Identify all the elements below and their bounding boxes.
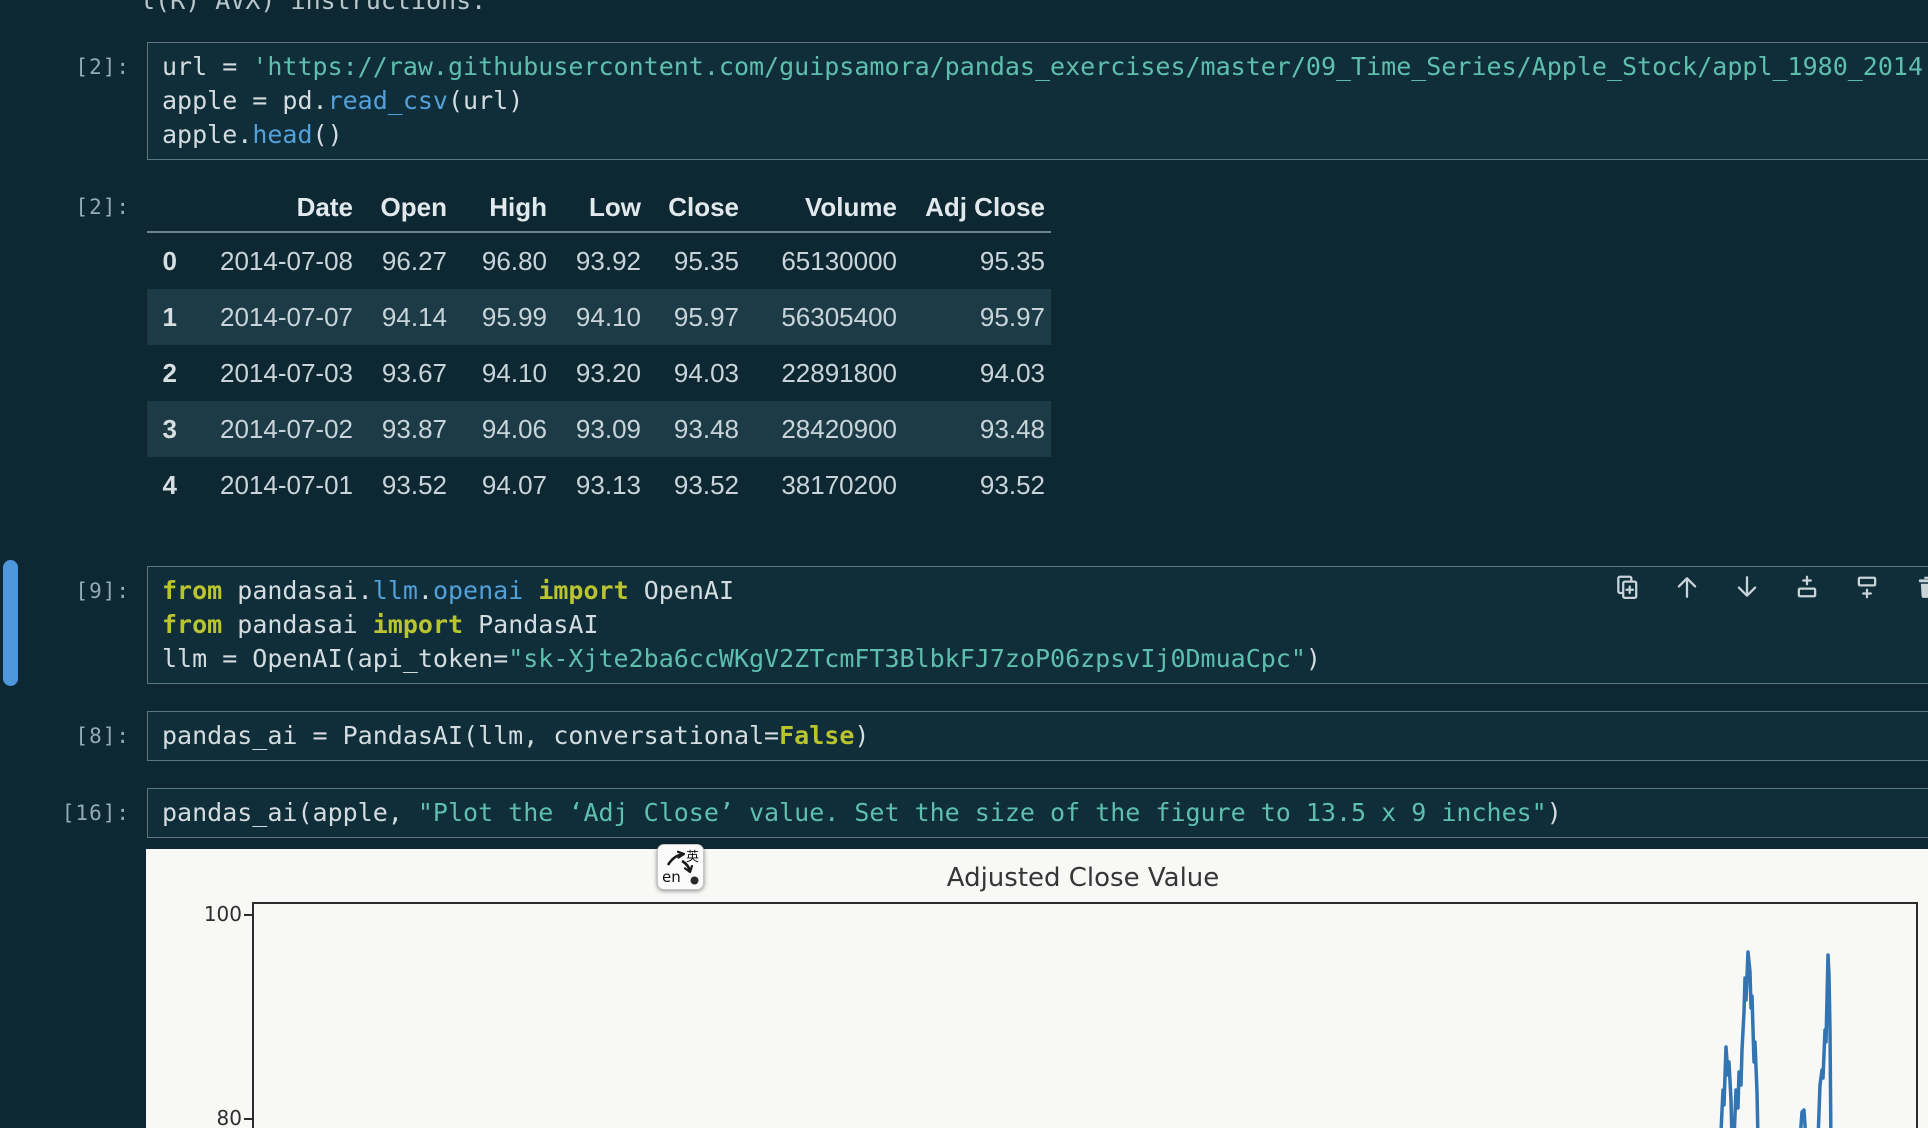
dataframe-output-table: Date Open High Low Close Volume Adj Close 0 201… xyxy=(147,183,1051,513)
row-index: 3 xyxy=(162,413,177,444)
code-line: url = 'https://raw.githubusercontent.com… xyxy=(162,52,1928,81)
table-cell: 93.52 xyxy=(381,469,447,500)
table-cell: 93.52 xyxy=(673,469,739,500)
code-editor[interactable]: pandas_ai = PandasAI(llm, conversational… xyxy=(147,711,1928,761)
insert-cell-above-button[interactable] xyxy=(1793,573,1821,601)
plot-output-image: Adjusted Close Value 100 80 xyxy=(146,849,1928,1128)
column-header: Low xyxy=(553,183,647,233)
table-cell: 94.06 xyxy=(481,413,547,444)
table-cell: 96.27 xyxy=(381,245,447,276)
table-cell: 93.48 xyxy=(673,413,739,444)
code-line: pandas_ai(apple, "Plot the ‘Adj Close’ v… xyxy=(162,798,1562,827)
code-cell-9: [9]: from pandasai.llm.openai import Ope… xyxy=(0,566,1928,684)
column-header: Adj Close xyxy=(903,183,1051,233)
table-row: 3 2014-07-02 93.87 94.06 93.09 93.48 28420900 9… xyxy=(147,401,1051,457)
code-cell-8: [8]: pandas_ai = PandasAI(llm, conversat… xyxy=(0,711,1928,761)
table-cell: 95.35 xyxy=(979,245,1045,276)
code-cell-2: [2]: url = 'https://raw.githubuserconten… xyxy=(0,42,1928,160)
table-row: 2 2014-07-03 93.67 94.10 93.20 94.03 22891800 9… xyxy=(147,345,1051,401)
input-prompt: [9]: xyxy=(75,579,130,603)
table-cell: 94.07 xyxy=(481,469,547,500)
stderr-tail-text: l(R) AVX) instructions. xyxy=(140,0,487,15)
table-cell: 93.20 xyxy=(575,357,641,388)
table-cell: 93.09 xyxy=(575,413,641,444)
table-header: Date Open High Low Close Volume Adj Close xyxy=(147,183,1051,233)
table-cell: 56305400 xyxy=(781,301,897,332)
table-cell: 94.14 xyxy=(381,301,447,332)
input-prompt: [16]: xyxy=(61,801,130,825)
code-cell-16: [16]: pandas_ai(apple, "Plot the ‘Adj Cl… xyxy=(0,788,1928,838)
table-cell: 93.92 xyxy=(575,245,641,276)
code-editor[interactable]: from pandasai.llm.openai import OpenAI f… xyxy=(147,566,1928,684)
input-prompt: [2]: xyxy=(75,55,130,79)
code-editor[interactable]: url = 'https://raw.githubusercontent.com… xyxy=(147,42,1928,160)
table-cell: 95.35 xyxy=(673,245,739,276)
code-line: apple = pd.read_csv(url) xyxy=(162,86,524,115)
table-cell: 95.97 xyxy=(673,301,739,332)
ime-primary-lang-label: en xyxy=(662,868,681,886)
table-cell: 93.52 xyxy=(979,469,1045,500)
column-header: Open xyxy=(359,183,453,233)
row-index: 4 xyxy=(162,469,177,500)
code-line: apple.head() xyxy=(162,120,343,149)
table-cell: 94.03 xyxy=(673,357,739,388)
table-cell: 96.80 xyxy=(481,245,547,276)
table-cell: 93.48 xyxy=(979,413,1045,444)
table-cell: 94.10 xyxy=(481,357,547,388)
input-prompt: [8]: xyxy=(75,724,130,748)
insert-cell-below-button[interactable] xyxy=(1853,573,1881,601)
line-series-adj-close xyxy=(1719,950,1833,1128)
table-cell: 2014-07-02 xyxy=(220,413,353,444)
table-cell: 28420900 xyxy=(781,413,897,444)
table-cell: 65130000 xyxy=(781,245,897,276)
insert-below-icon xyxy=(1857,576,1877,599)
table-cell: 93.13 xyxy=(575,469,641,500)
table-cell: 95.97 xyxy=(979,301,1045,332)
duplicate-cell-icon xyxy=(1617,575,1638,599)
arrow-up-icon xyxy=(1677,577,1697,598)
table-cell: 95.99 xyxy=(481,301,547,332)
column-header: Volume xyxy=(745,183,903,233)
column-header: High xyxy=(453,183,553,233)
code-line: llm = OpenAI(api_token="sk-Xjte2ba6ccWKg… xyxy=(162,644,1321,673)
table-cell: 38170200 xyxy=(781,469,897,500)
adj-close-line-plot xyxy=(1719,950,1833,1128)
move-cell-down-button[interactable] xyxy=(1733,573,1761,601)
column-header: Close xyxy=(647,183,745,233)
table-cell: 93.87 xyxy=(381,413,447,444)
row-index: 0 xyxy=(162,245,177,276)
table-cell: 22891800 xyxy=(781,357,897,388)
ime-language-switch-badge: 英 en xyxy=(657,844,704,890)
ime-secondary-lang-label: 英 xyxy=(685,850,699,865)
table-cell: 94.10 xyxy=(575,301,641,332)
jupyterlab-notebook-viewport: l(R) AVX) instructions. [2]: url = 'http… xyxy=(0,0,1928,1128)
column-header xyxy=(147,183,191,233)
table-row: 1 2014-07-07 94.14 95.99 94.10 95.97 56305400 9… xyxy=(147,289,1051,345)
output-prompt: [2]: xyxy=(75,195,130,219)
insert-above-icon xyxy=(1797,575,1817,598)
code-line: from pandasai import PandasAI xyxy=(162,610,599,639)
table-cell: 2014-07-07 xyxy=(220,301,353,332)
table-cell: 93.67 xyxy=(381,357,447,388)
move-cell-up-button[interactable] xyxy=(1673,573,1701,601)
table-cell: 2014-07-01 xyxy=(220,469,353,500)
trash-icon xyxy=(1918,576,1928,598)
code-editor[interactable]: pandas_ai(apple, "Plot the ‘Adj Close’ v… xyxy=(147,788,1928,838)
table-cell: 2014-07-03 xyxy=(220,357,353,388)
arrow-down-icon xyxy=(1737,576,1757,597)
code-line: pandas_ai = PandasAI(llm, conversational… xyxy=(162,721,870,750)
cell-hover-toolbar xyxy=(1613,573,1928,601)
delete-cell-button[interactable] xyxy=(1913,573,1928,601)
duplicate-cell-button[interactable] xyxy=(1613,573,1641,601)
table-row: 0 2014-07-08 96.27 96.80 93.92 95.35 65130000 9… xyxy=(147,232,1051,289)
row-index: 1 xyxy=(162,301,177,332)
table-cell: 2014-07-08 xyxy=(220,245,353,276)
row-index: 2 xyxy=(162,357,177,388)
table-cell: 94.03 xyxy=(979,357,1045,388)
table-row: 4 2014-07-01 93.52 94.07 93.13 93.52 38170200 9… xyxy=(147,457,1051,513)
column-header: Date xyxy=(191,183,359,233)
